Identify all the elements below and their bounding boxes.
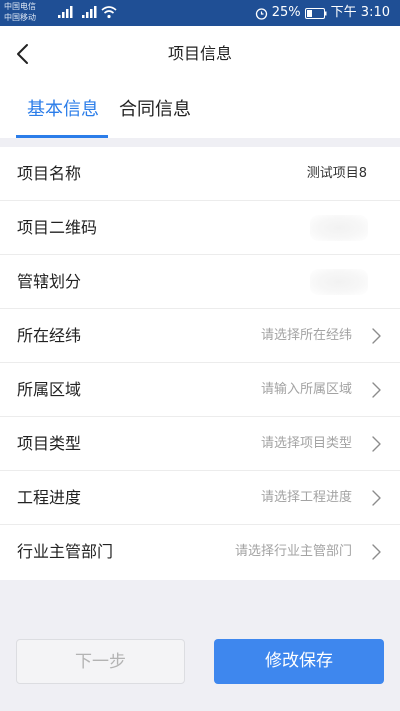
tab-contract-info[interactable]: 合同信息	[119, 98, 191, 122]
status-bar: 中国电信 中国移动 25% 下午 3:10	[0, 0, 400, 26]
row-label: 工程进度	[17, 488, 82, 507]
page-title: 项目信息	[167, 44, 232, 63]
tab-bar: 基本信息 合同信息	[0, 82, 400, 138]
row-label: 项目类型	[17, 434, 82, 453]
chevron-right-icon	[372, 436, 381, 452]
row-project-qrcode[interactable]: 项目二维码	[0, 201, 400, 255]
alarm-icon	[255, 7, 267, 20]
region-placeholder: 请输入所属区域	[260, 382, 352, 397]
chevron-right-icon	[372, 544, 381, 560]
authority-placeholder: 请选择行业主管部门	[234, 544, 352, 559]
next-step-button[interactable]: 下一步	[16, 639, 185, 684]
wifi-icon	[101, 6, 117, 19]
battery-icon	[304, 7, 327, 19]
row-project-type[interactable]: 项目类型 请选择项目类型	[0, 417, 400, 471]
chevron-right-icon	[372, 490, 381, 506]
signal-icon	[82, 6, 97, 18]
row-coordinates[interactable]: 所在经纬 请选择所在经纬	[0, 309, 400, 363]
carrier-2: 中国移动	[4, 13, 36, 22]
row-label: 项目二维码	[17, 218, 98, 237]
project-name-value: 测试项目8	[306, 166, 367, 181]
row-authority[interactable]: 行业主管部门 请选择行业主管部门	[0, 525, 400, 580]
project-info-form: 项目名称 测试项目8 项目二维码 管辖划分 所在经纬 请选择所在经纬 所属区域 …	[0, 147, 400, 580]
jurisdiction-value-blurred	[310, 269, 368, 295]
active-tab-indicator	[16, 135, 108, 138]
carrier-1: 中国电信	[4, 2, 36, 11]
status-right: 25% 下午 3:10	[255, 4, 390, 22]
tab-basic-info[interactable]: 基本信息	[27, 98, 99, 122]
row-label: 项目名称	[17, 164, 82, 183]
signal-icon	[58, 6, 73, 18]
row-label: 行业主管部门	[17, 542, 114, 561]
row-label: 所属区域	[17, 380, 82, 399]
row-label: 所在经纬	[17, 326, 82, 345]
row-region[interactable]: 所属区域 请输入所属区域	[0, 363, 400, 417]
battery-percent: 25%	[271, 5, 301, 20]
nav-bar: 项目信息	[0, 26, 400, 82]
coordinates-placeholder: 请选择所在经纬	[260, 328, 352, 343]
row-progress[interactable]: 工程进度 请选择工程进度	[0, 471, 400, 525]
row-jurisdiction[interactable]: 管辖划分	[0, 255, 400, 309]
chevron-right-icon	[372, 328, 381, 344]
carrier-names: 中国电信 中国移动	[4, 1, 36, 23]
progress-placeholder: 请选择工程进度	[260, 490, 352, 505]
save-changes-button[interactable]: 修改保存	[214, 639, 384, 684]
row-project-name[interactable]: 项目名称 测试项目8	[0, 147, 400, 201]
project-type-placeholder: 请选择项目类型	[260, 436, 352, 451]
chevron-right-icon	[372, 382, 381, 398]
row-label: 管辖划分	[17, 272, 82, 291]
qrcode-value-blurred	[310, 215, 368, 241]
clock: 下午 3:10	[330, 5, 390, 20]
